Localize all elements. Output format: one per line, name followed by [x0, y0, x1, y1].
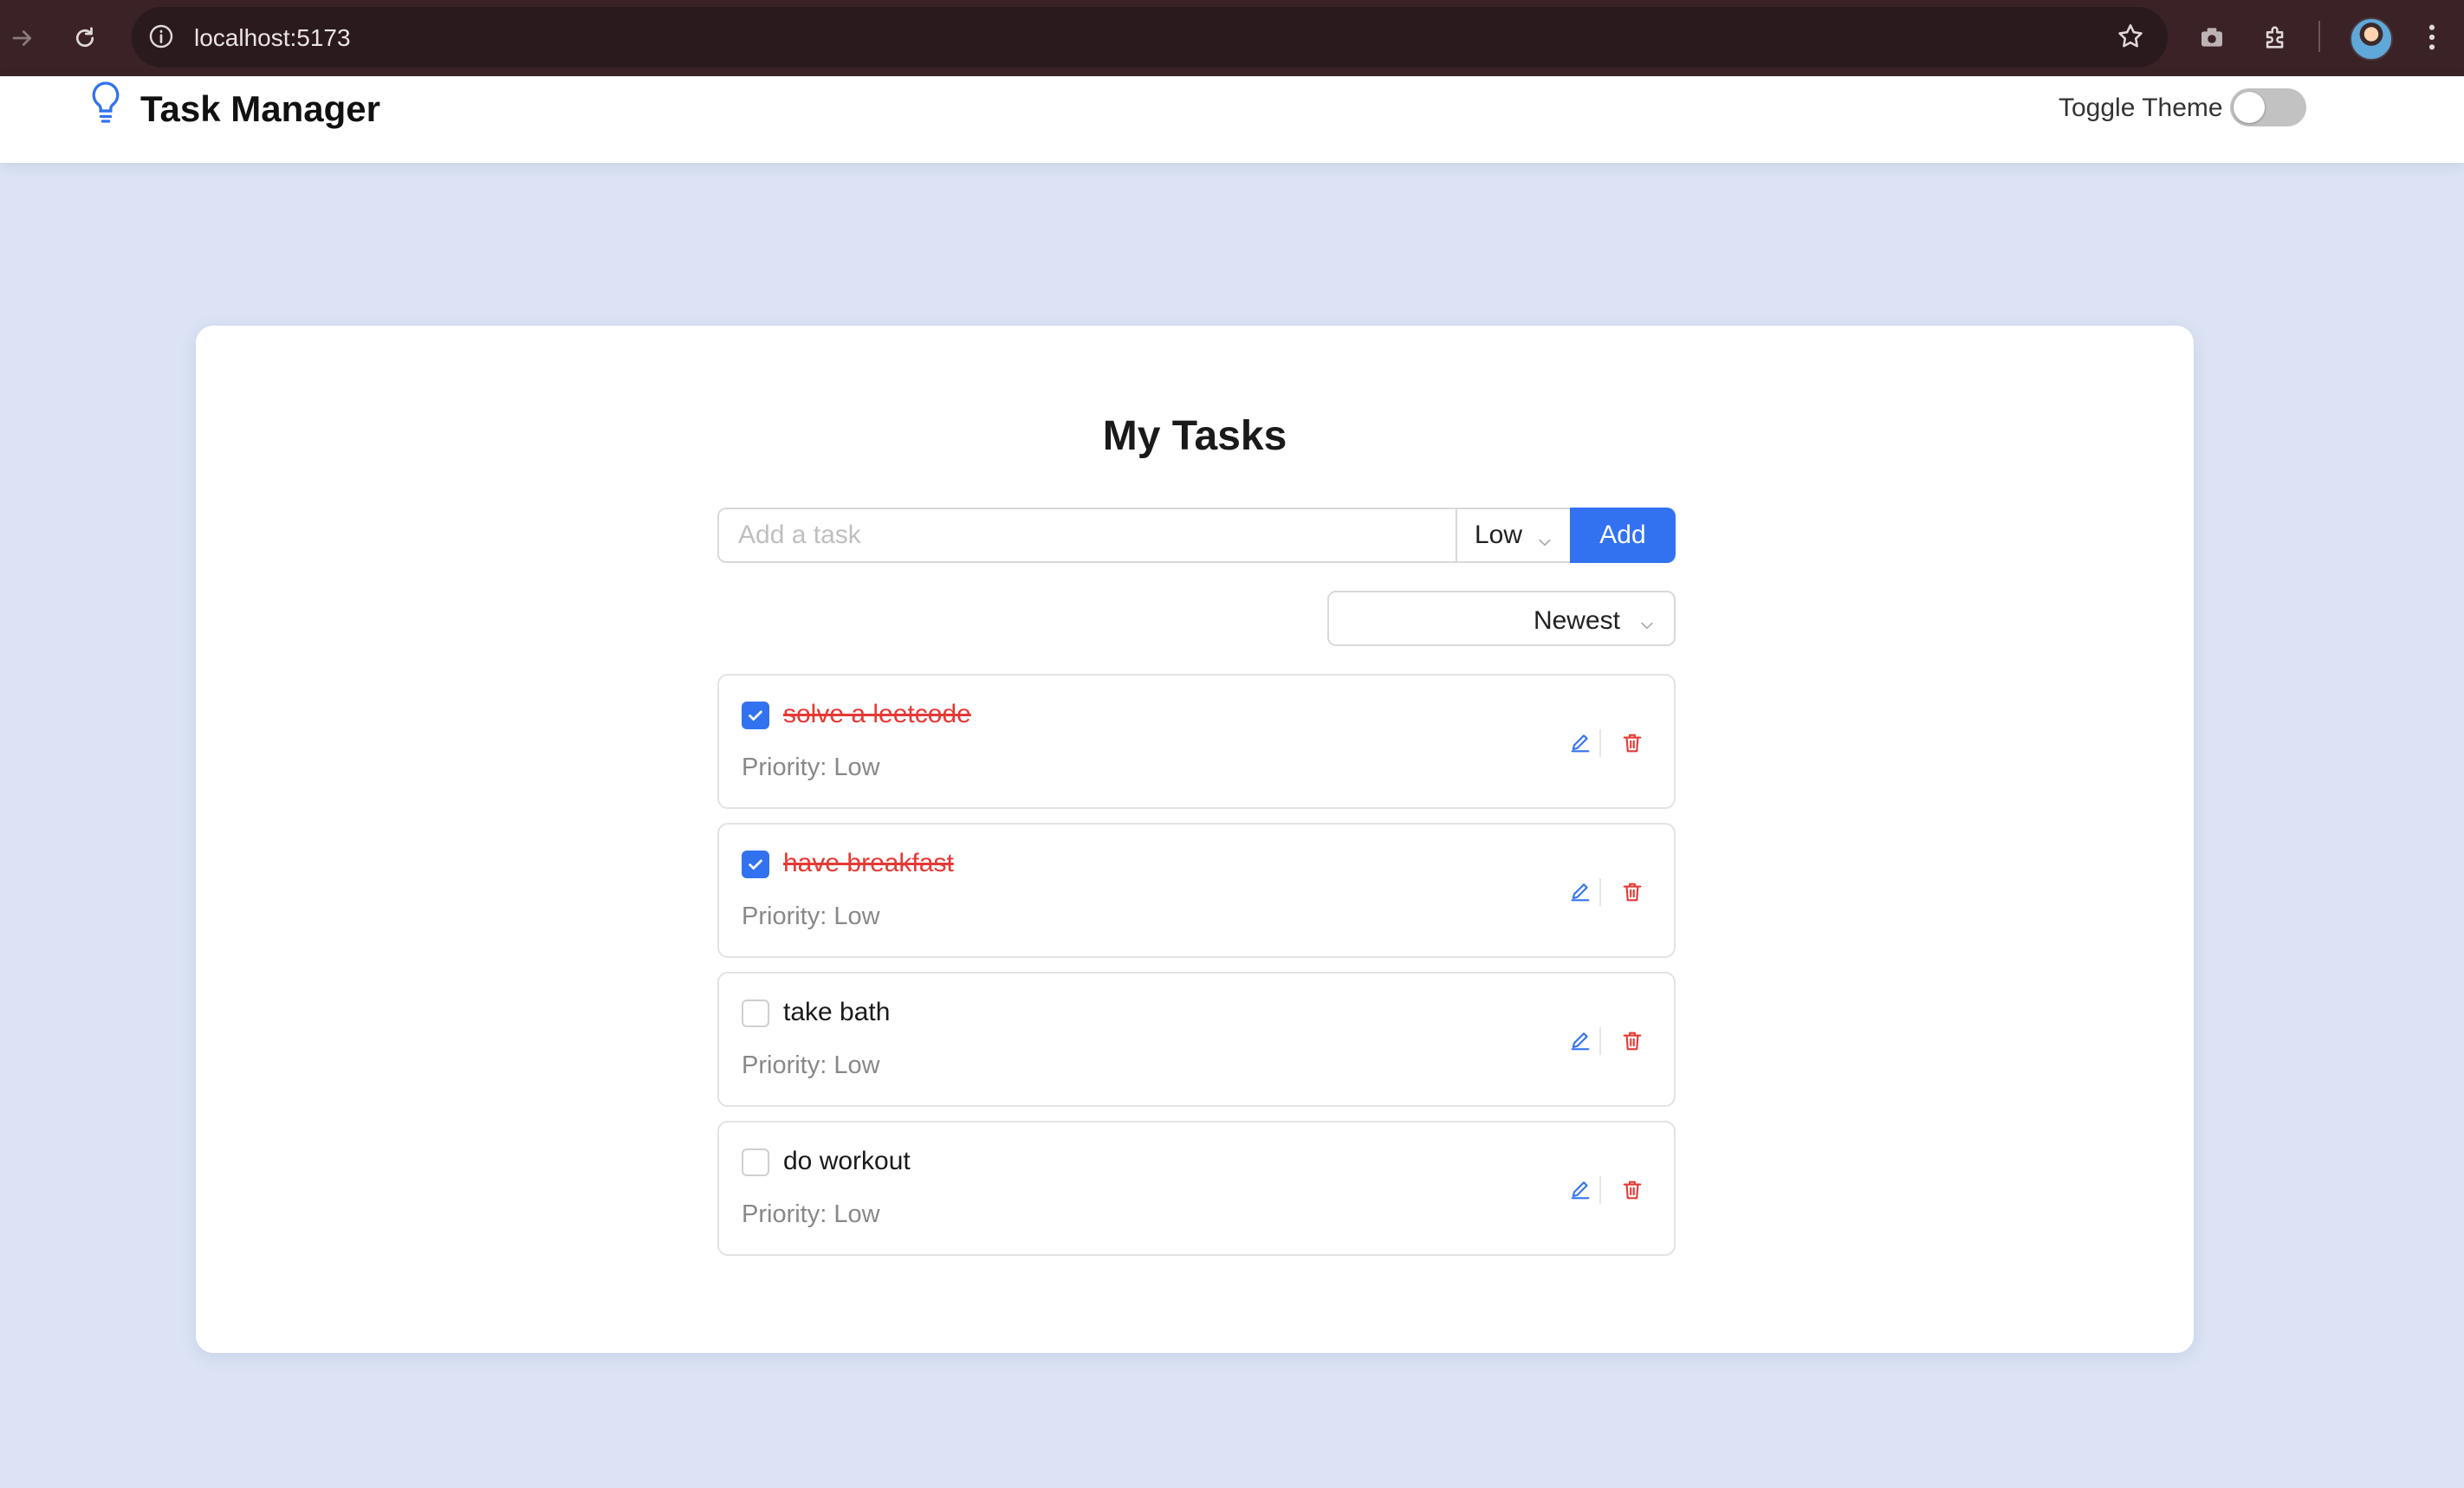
reload-icon[interactable] — [66, 19, 104, 57]
action-divider — [1599, 878, 1601, 906]
page-title: My Tasks — [1102, 413, 1287, 459]
app-header: Task Manager Toggle Theme — [0, 76, 2464, 163]
camera-icon[interactable] — [2192, 17, 2232, 57]
extensions-icon[interactable] — [2256, 17, 2296, 57]
delete-icon[interactable] — [1617, 877, 1648, 908]
sort-select-value: Newest — [1533, 606, 1620, 635]
task-checkbox[interactable] — [742, 1148, 769, 1176]
browser-toolbar: localhost:5173 — [0, 0, 2464, 76]
edit-icon[interactable] — [1565, 1174, 1596, 1206]
task-priority: Priority: Low — [742, 1051, 880, 1079]
task-priority: Priority: Low — [742, 903, 880, 930]
address-bar[interactable]: localhost:5173 — [132, 7, 2168, 68]
more-icon[interactable] — [2412, 17, 2452, 57]
checkmark-icon — [746, 706, 765, 725]
task-list: solve a leetcode Priority: Low have brea… — [717, 674, 1676, 1270]
toggle-theme-label: Toggle Theme — [2059, 94, 2223, 122]
task-checkbox[interactable] — [742, 851, 769, 878]
task-item: take bath Priority: Low — [717, 972, 1676, 1107]
theme-toggle-switch[interactable] — [2230, 88, 2306, 126]
task-checkbox[interactable] — [742, 702, 769, 729]
switch-knob — [2234, 92, 2265, 123]
task-checkbox[interactable] — [742, 1000, 769, 1027]
task-priority: Priority: Low — [742, 754, 880, 781]
checkmark-icon — [746, 855, 765, 874]
task-priority: Priority: Low — [742, 1200, 880, 1228]
task-item: solve a leetcode Priority: Low — [717, 674, 1676, 809]
task-title: do workout — [783, 1147, 911, 1175]
delete-icon[interactable] — [1617, 728, 1648, 759]
task-title: take bath — [783, 998, 891, 1026]
task-input[interactable] — [717, 508, 1457, 563]
star-icon[interactable] — [2116, 22, 2145, 55]
chevron-down-icon — [1535, 528, 1554, 558]
edit-icon[interactable] — [1565, 728, 1596, 759]
delete-icon[interactable] — [1617, 1174, 1648, 1206]
toolbar-divider — [2318, 21, 2320, 52]
lightbulb-icon — [87, 78, 125, 131]
task-item: have breakfast Priority: Low — [717, 823, 1676, 958]
edit-icon[interactable] — [1565, 877, 1596, 908]
action-divider — [1599, 1176, 1601, 1204]
task-item: do workout Priority: Low — [717, 1121, 1676, 1256]
avatar[interactable] — [2350, 17, 2393, 61]
action-divider — [1599, 729, 1601, 757]
priority-select-value: Low — [1475, 521, 1523, 549]
delete-icon[interactable] — [1617, 1025, 1648, 1057]
sort-select[interactable]: Newest — [1327, 591, 1676, 646]
task-title: have breakfast — [783, 849, 954, 877]
edit-icon[interactable] — [1565, 1025, 1596, 1057]
action-divider — [1599, 1027, 1601, 1055]
task-title: solve a leetcode — [783, 700, 971, 728]
priority-select[interactable]: Low — [1456, 508, 1572, 563]
add-task-row: Low Add — [717, 508, 1676, 563]
app-title: Task Manager — [140, 88, 380, 129]
info-icon[interactable] — [147, 23, 175, 55]
add-button[interactable]: Add — [1570, 508, 1676, 563]
chevron-down-icon — [1637, 611, 1657, 641]
tasks-card: My Tasks Low Add Newest solve a leetcode… — [196, 326, 2194, 1353]
forward-icon[interactable] — [3, 19, 42, 57]
url-text[interactable]: localhost:5173 — [194, 24, 351, 52]
